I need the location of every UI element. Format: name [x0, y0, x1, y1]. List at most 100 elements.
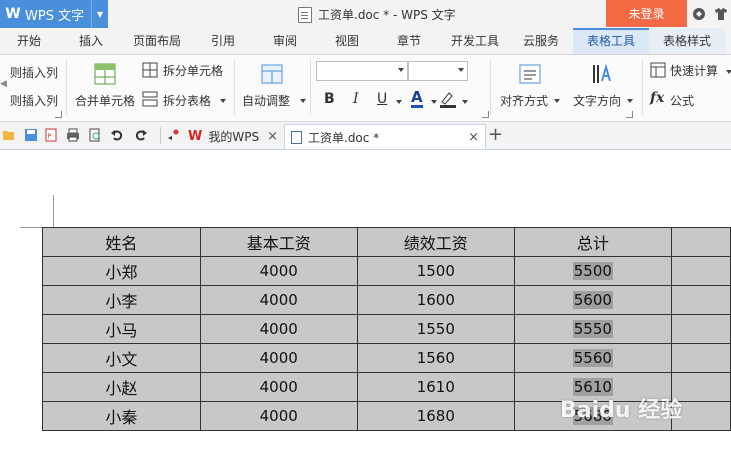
tab-page-layout[interactable]: 页面布局: [124, 28, 190, 54]
cell-empty[interactable]: [670, 285, 731, 315]
tab-review[interactable]: 审阅: [258, 28, 312, 54]
cell-name[interactable]: 小李: [42, 285, 201, 315]
alignment-icon: [519, 64, 541, 84]
tab-developer[interactable]: 开发工具: [442, 28, 508, 54]
header-cell-empty[interactable]: [670, 227, 731, 257]
tab-current-document[interactable]: 工资单.doc * ×: [284, 124, 486, 149]
ribbon-scroll-left-icon[interactable]: ◀: [0, 79, 7, 93]
underline-dropdown-icon[interactable]: [396, 100, 402, 104]
italic-button[interactable]: I: [353, 91, 359, 107]
highlight-icon[interactable]: [438, 89, 458, 109]
cell-base-salary[interactable]: 4000: [199, 401, 358, 431]
dialog-launcher-icon[interactable]: [55, 111, 62, 118]
undo-icon[interactable]: [110, 128, 124, 142]
tab-section[interactable]: 章节: [382, 28, 436, 54]
split-table-button[interactable]: 拆分表格: [142, 90, 228, 110]
cell-performance-salary[interactable]: 1560: [356, 343, 515, 373]
cell-performance-salary[interactable]: 1610: [356, 372, 515, 402]
wps-logo-icon: W: [188, 129, 203, 144]
quick-calc-button[interactable]: 快速计算: [650, 61, 731, 81]
cell-name[interactable]: 小秦: [42, 401, 201, 431]
tab-table-tools[interactable]: 表格工具: [573, 28, 649, 54]
cell-total[interactable]: 5500: [513, 256, 672, 286]
cell-base-salary[interactable]: 4000: [199, 343, 358, 373]
cell-performance-salary[interactable]: 1500: [356, 256, 515, 286]
close-tab-icon[interactable]: ×: [468, 130, 479, 145]
header-cell-performance-salary[interactable]: 绩效工资: [356, 227, 515, 257]
split-table-icon: [142, 91, 158, 107]
cell-performance-salary[interactable]: 1550: [356, 314, 515, 344]
formula-fx-icon: fx: [650, 90, 665, 106]
header-cell-total[interactable]: 总计: [513, 227, 672, 257]
cell-name[interactable]: 小文: [42, 343, 201, 373]
skin-icon[interactable]: [692, 7, 706, 21]
font-color-button[interactable]: A: [411, 89, 423, 108]
shirt-icon[interactable]: [714, 7, 728, 21]
cell-empty[interactable]: [670, 343, 731, 373]
tab-my-wps-label: 我的WPS: [208, 130, 260, 144]
table-row: 小马 4000 1550 5550: [42, 314, 731, 344]
insert-column-left-button[interactable]: 则插入列: [10, 64, 58, 81]
open-folder-icon[interactable]: [2, 128, 16, 142]
print-icon[interactable]: [66, 128, 80, 142]
redo-icon[interactable]: [134, 128, 148, 142]
selected-total-value: 5600: [572, 291, 613, 309]
font-name-select[interactable]: [316, 61, 408, 81]
tab-insert[interactable]: 插入: [64, 28, 118, 54]
cell-empty[interactable]: [670, 256, 731, 286]
font-dialog-launcher-icon[interactable]: [482, 111, 489, 118]
bold-button[interactable]: B: [324, 91, 335, 107]
table-row: 小李 4000 1600 5600: [42, 285, 731, 315]
split-cells-button[interactable]: 拆分单元格: [142, 61, 228, 81]
formula-button[interactable]: fx 公式: [650, 90, 710, 110]
cell-base-salary[interactable]: 4000: [199, 314, 358, 344]
new-tab-button[interactable]: +: [488, 124, 503, 145]
cell-name[interactable]: 小郑: [42, 256, 201, 286]
auto-fit-label: 自动调整: [242, 94, 291, 108]
highlight-dropdown-icon[interactable]: [462, 100, 468, 104]
svg-text:P: P: [48, 133, 52, 140]
app-menu-button[interactable]: W WPS 文字 ▼: [0, 0, 108, 28]
cell-name[interactable]: 小赵: [42, 372, 201, 402]
alignment-dropdown-icon: [554, 99, 560, 103]
cell-base-salary[interactable]: 4000: [199, 372, 358, 402]
login-button[interactable]: 未登录: [606, 0, 687, 27]
font-size-select[interactable]: [408, 61, 468, 81]
cell-performance-salary[interactable]: 1680: [356, 401, 515, 431]
cell-empty[interactable]: [670, 314, 731, 344]
tab-references[interactable]: 引用: [196, 28, 250, 54]
alignment-button[interactable]: 对齐方式: [496, 61, 562, 115]
tab-view[interactable]: 视图: [320, 28, 374, 54]
header-cell-name[interactable]: 姓名: [42, 227, 201, 257]
cell-performance-salary[interactable]: 1600: [356, 285, 515, 315]
print-preview-icon[interactable]: [88, 128, 102, 142]
text-direction-button[interactable]: 文字方向: [570, 61, 636, 115]
tab-table-style[interactable]: 表格样式: [649, 28, 725, 54]
insert-column-right-button[interactable]: 则插入列: [10, 92, 58, 109]
auto-fit-dropdown-icon: [300, 99, 306, 103]
cell-name[interactable]: 小马: [42, 314, 201, 344]
text-direction-dropdown-icon: [627, 99, 633, 103]
cell-total[interactable]: 5600: [513, 285, 672, 315]
tab-start[interactable]: 开始: [2, 28, 56, 54]
app-menu-dropdown-icon[interactable]: ▼: [91, 0, 108, 28]
tab-my-wps[interactable]: W 我的WPS ×: [182, 124, 284, 149]
merge-cells-button[interactable]: 合并单元格: [72, 61, 138, 115]
save-icon[interactable]: [24, 128, 38, 142]
customize-quickbar-icon[interactable]: [166, 128, 180, 142]
paragraph-dialog-launcher-icon[interactable]: [626, 111, 633, 118]
cell-total[interactable]: 5560: [513, 343, 672, 373]
auto-fit-button[interactable]: 自动调整: [240, 61, 308, 115]
export-pdf-icon[interactable]: P: [44, 128, 58, 142]
tab-cloud[interactable]: 云服务: [512, 28, 570, 54]
tab-current-document-label: 工资单.doc *: [308, 130, 380, 145]
cell-base-salary[interactable]: 4000: [199, 285, 358, 315]
cell-base-salary[interactable]: 4000: [199, 256, 358, 286]
cell-total[interactable]: 5550: [513, 314, 672, 344]
alignment-label: 对齐方式: [500, 94, 549, 108]
font-color-dropdown-icon[interactable]: [431, 100, 437, 104]
wps-logo-icon: W: [5, 6, 21, 22]
header-cell-base-salary[interactable]: 基本工资: [199, 227, 358, 257]
underline-button[interactable]: U: [377, 91, 387, 107]
close-tab-icon[interactable]: ×: [267, 129, 278, 144]
